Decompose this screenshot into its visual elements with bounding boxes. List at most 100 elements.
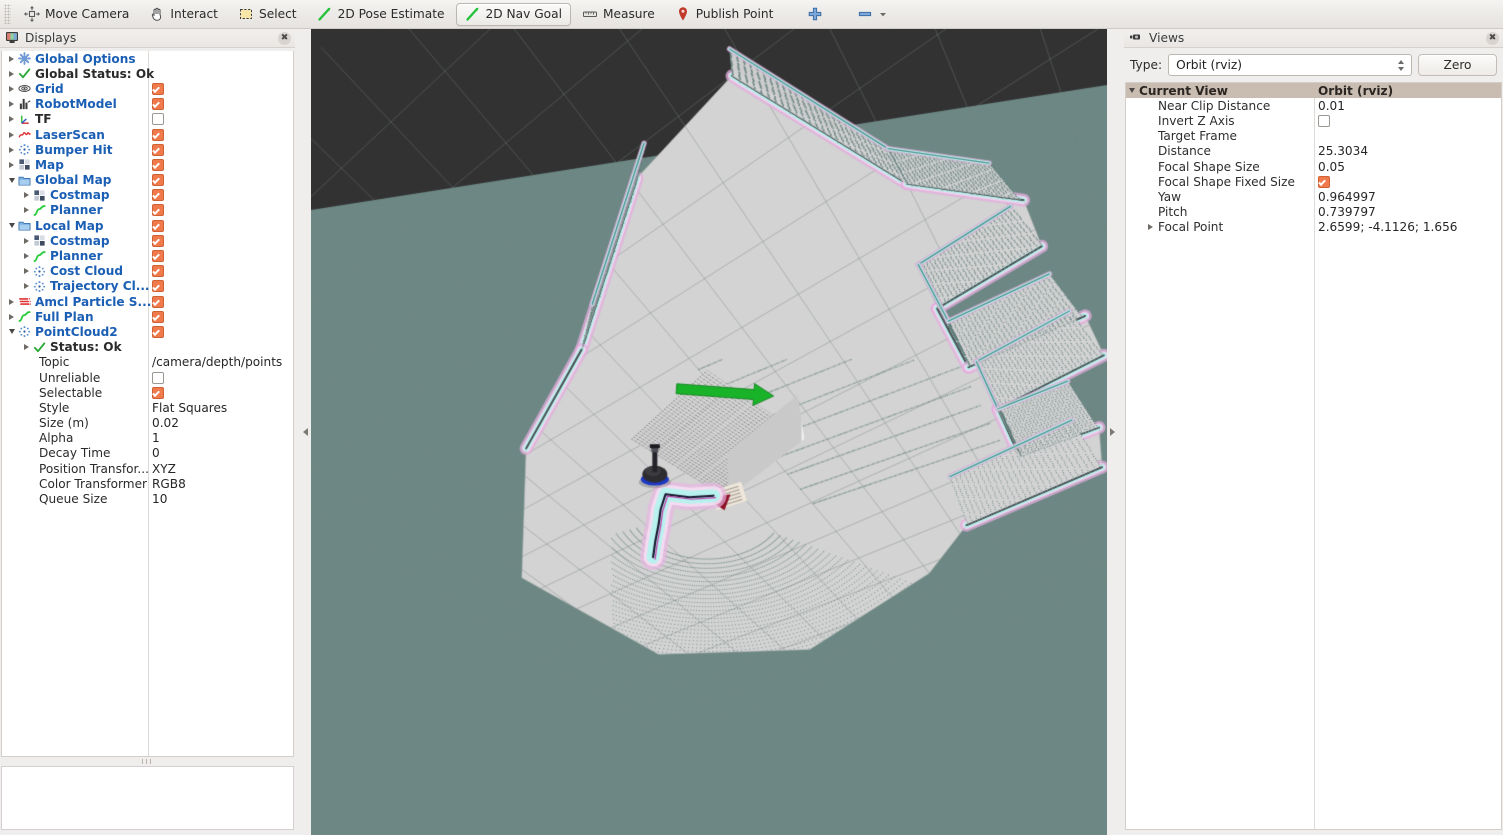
display-tree-row[interactable]: RobotModel	[2, 97, 293, 112]
display-tree-row[interactable]: Costmap	[2, 188, 293, 203]
views-tree[interactable]: Current ViewOrbit (rviz)Near Clip Distan…	[1125, 82, 1502, 830]
display-tree-row[interactable]: Topic/camera/depth/points	[2, 355, 293, 370]
display-row-value[interactable]: /camera/depth/points	[152, 355, 282, 370]
zero-button[interactable]: Zero	[1418, 54, 1497, 76]
expand-arrow-icon[interactable]	[6, 147, 17, 153]
views-row-checkbox[interactable]	[1318, 174, 1330, 189]
display-row-checkbox[interactable]	[152, 203, 164, 218]
display-row-checkbox[interactable]	[152, 112, 164, 127]
display-tree-row[interactable]: LaserScan	[2, 127, 293, 142]
display-row-checkbox[interactable]	[152, 173, 164, 188]
expand-arrow-icon[interactable]	[6, 116, 17, 122]
display-tree-row[interactable]: TF	[2, 112, 293, 127]
display-row-checkbox[interactable]	[152, 142, 164, 157]
display-tree-row[interactable]: Size (m)0.02	[2, 416, 293, 431]
displays-close-icon[interactable]: ✖	[278, 32, 291, 45]
display-tree-row[interactable]: Alpha1	[2, 431, 293, 446]
collapse-arrow-icon[interactable]	[6, 329, 17, 334]
views-tree-row[interactable]: Pitch0.739797	[1126, 205, 1501, 220]
views-tree-header-row[interactable]: Current ViewOrbit (rviz)	[1126, 83, 1501, 98]
display-row-checkbox[interactable]	[152, 264, 164, 279]
display-tree-row[interactable]: Decay Time0	[2, 446, 293, 461]
tool-select[interactable]: Select	[229, 3, 306, 26]
display-row-checkbox[interactable]	[152, 97, 164, 112]
expand-arrow-icon[interactable]	[21, 268, 32, 274]
display-tree-row[interactable]: Planner	[2, 248, 293, 263]
expand-arrow-icon[interactable]	[21, 344, 32, 350]
remove-tool-button[interactable]	[852, 3, 893, 26]
display-row-checkbox[interactable]	[152, 309, 164, 324]
display-row-value[interactable]: Flat Squares	[152, 400, 227, 415]
tool-measure[interactable]: Measure	[573, 3, 664, 26]
chevron-down-icon[interactable]	[878, 6, 888, 22]
views-tree-row[interactable]: Distance25.3034	[1126, 144, 1501, 159]
display-tree-row[interactable]: Local Map	[2, 218, 293, 233]
display-tree-row[interactable]: Full Plan	[2, 309, 293, 324]
views-row-value[interactable]: Orbit (rviz)	[1318, 83, 1393, 98]
display-row-checkbox[interactable]	[152, 81, 164, 96]
display-tree-row[interactable]: Grid	[2, 81, 293, 96]
views-tree-row[interactable]: Yaw0.964997	[1126, 189, 1501, 204]
views-row-checkbox[interactable]	[1318, 113, 1330, 128]
display-tree-row[interactable]: Amcl Particle S...	[2, 294, 293, 309]
views-tree-row[interactable]: Invert Z Axis	[1126, 113, 1501, 128]
views-tree-row[interactable]: Focal Shape Size0.05	[1126, 159, 1501, 174]
views-tree-row[interactable]: Target Frame	[1126, 129, 1501, 144]
view-type-select[interactable]: Orbit (rviz)	[1168, 54, 1412, 76]
views-row-value[interactable]: 2.6599; -4.1126; 1.656	[1318, 220, 1457, 235]
display-tree-row[interactable]: Cost Cloud	[2, 264, 293, 279]
display-row-checkbox[interactable]	[152, 188, 164, 203]
display-tree-row[interactable]: Unreliable	[2, 370, 293, 385]
views-row-value[interactable]: 0.05	[1318, 159, 1345, 174]
display-tree-row[interactable]: Planner	[2, 203, 293, 218]
expand-arrow-icon[interactable]	[21, 283, 32, 289]
display-tree-row[interactable]: Trajectory Cl...	[2, 279, 293, 294]
display-row-value[interactable]: XYZ	[152, 461, 176, 476]
display-row-checkbox[interactable]	[152, 218, 164, 233]
expand-arrow-icon[interactable]	[6, 314, 17, 320]
display-row-checkbox[interactable]	[152, 370, 164, 385]
rviz-3d-scene[interactable]	[311, 29, 1107, 835]
collapse-arrow-icon[interactable]	[1126, 88, 1137, 93]
expand-arrow-icon[interactable]	[6, 86, 17, 92]
display-tree-row[interactable]: Status: Ok	[2, 340, 293, 355]
display-row-checkbox[interactable]	[152, 248, 164, 263]
display-tree-row[interactable]: PointCloud2	[2, 324, 293, 339]
expand-arrow-icon[interactable]	[21, 253, 32, 259]
display-tree-row[interactable]: StyleFlat Squares	[2, 400, 293, 415]
views-row-value[interactable]: 25.3034	[1318, 144, 1368, 159]
views-tree-row[interactable]: Near Clip Distance0.01	[1126, 98, 1501, 113]
toolbar-drag-handle[interactable]	[4, 4, 11, 24]
collapse-right-arrow-icon[interactable]	[1107, 29, 1118, 835]
views-close-icon[interactable]: ✖	[1486, 32, 1499, 45]
expand-arrow-icon[interactable]	[6, 71, 17, 77]
tool-move-camera[interactable]: Move Camera	[15, 3, 138, 26]
display-row-checkbox[interactable]	[152, 385, 164, 400]
display-tree-row[interactable]: Selectable	[2, 385, 293, 400]
expand-arrow-icon[interactable]	[21, 207, 32, 213]
render-viewport-3d[interactable]	[311, 29, 1107, 835]
display-row-value[interactable]: 1	[152, 431, 160, 446]
display-tree-row[interactable]: Costmap	[2, 233, 293, 248]
expand-arrow-icon[interactable]	[21, 238, 32, 244]
display-row-checkbox[interactable]	[152, 324, 164, 339]
display-tree-row[interactable]: Global Options	[2, 51, 293, 66]
display-row-checkbox[interactable]	[152, 279, 164, 294]
displays-splitter[interactable]	[1, 758, 294, 765]
collapse-left-arrow-icon[interactable]	[300, 29, 311, 835]
display-row-value[interactable]: 0.02	[152, 416, 179, 431]
display-tree-row[interactable]: Map	[2, 157, 293, 172]
display-row-checkbox[interactable]	[152, 127, 164, 142]
display-row-value[interactable]: RGB8	[152, 476, 186, 491]
views-tree-row[interactable]: Focal Shape Fixed Size	[1126, 174, 1501, 189]
displays-tree[interactable]: Global OptionsGlobal Status: OkGridRobot…	[1, 51, 294, 757]
tool-publish-point[interactable]: Publish Point	[666, 3, 783, 26]
collapse-arrow-icon[interactable]	[6, 223, 17, 228]
tool-interact[interactable]: Interact	[140, 3, 227, 26]
display-tree-row[interactable]: Color TransformerRGB8	[2, 476, 293, 491]
collapse-arrow-icon[interactable]	[6, 178, 17, 183]
expand-arrow-icon[interactable]	[6, 101, 17, 107]
tool-2d-nav-goal[interactable]: 2D Nav Goal	[456, 3, 571, 26]
display-row-checkbox[interactable]	[152, 294, 164, 309]
display-tree-row[interactable]: Global Map	[2, 173, 293, 188]
